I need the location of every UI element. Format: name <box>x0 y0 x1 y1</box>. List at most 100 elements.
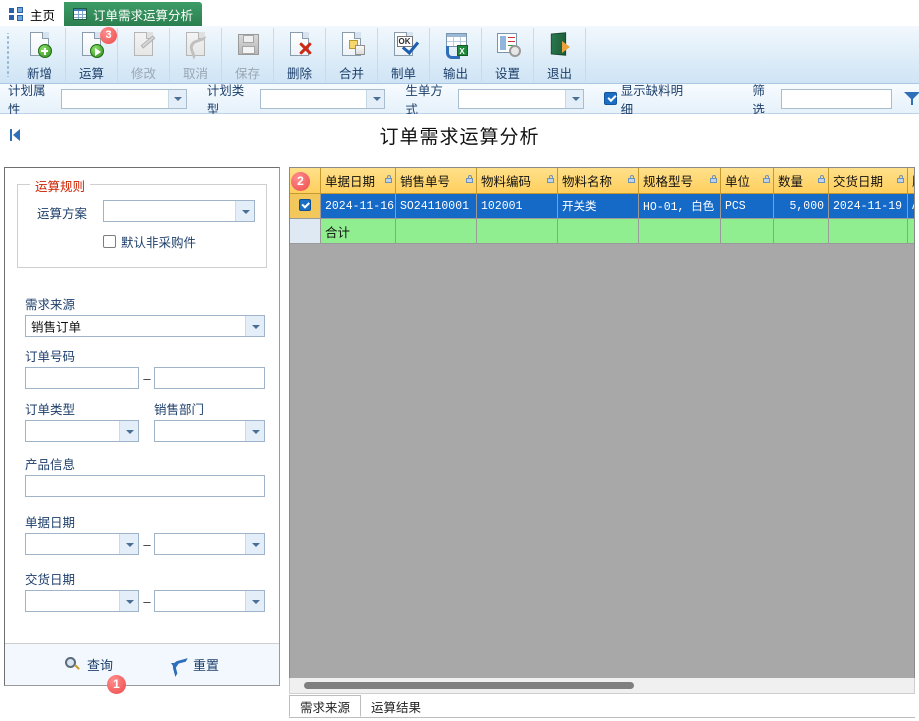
grid-table: 单据日期 销售单号 物料编码 物料名称 规格型号 单位 <box>290 168 915 244</box>
order-number-from-input[interactable] <box>25 367 139 389</box>
tab-order-demand-analysis[interactable]: 订单需求运算分析 <box>64 2 202 26</box>
total-row-label: 合计 <box>321 219 396 244</box>
toolbar-button-save[interactable]: 保存 <box>222 28 274 82</box>
column-header-version-no[interactable]: 版本号 <box>908 168 916 194</box>
toolbar-button-make-document[interactable]: OK 制单 <box>378 28 430 82</box>
reset-button[interactable]: 重置 <box>171 655 219 674</box>
total-row-select-cell <box>290 219 321 244</box>
query-button[interactable]: 查询 <box>65 655 113 674</box>
plan-type-label: 计划类型 <box>207 80 255 118</box>
column-label: 规格型号 <box>643 175 693 189</box>
plan-attribute-select[interactable] <box>61 89 187 109</box>
column-header-delivery-date[interactable]: 交货日期 <box>829 168 908 194</box>
order-number-label: 订单号码 <box>25 346 75 365</box>
column-header-sales-order-no[interactable]: 销售单号 <box>396 168 477 194</box>
bottom-tab-calculation-result-label: 运算结果 <box>371 697 421 716</box>
query-conditions-panel: 运算规则 运算方案 默认非采购件 需求来源 销售订单 订单号码 – <box>4 167 280 686</box>
merge-icon <box>337 31 367 61</box>
toolbar-button-exit[interactable]: 退出 <box>534 28 586 82</box>
toolbar-button-delete[interactable]: 删除 <box>274 28 326 82</box>
column-header-material-name[interactable]: 物料名称 <box>558 168 639 194</box>
grid-horizontal-scrollbar[interactable] <box>289 678 915 694</box>
product-info-input[interactable] <box>25 475 265 497</box>
cell-specification: HO-01, 白色 <box>639 194 721 219</box>
lock-icon <box>385 175 392 183</box>
tab-home[interactable]: 主页 <box>0 2 64 26</box>
toolbar-button-cancel[interactable]: 取消 <box>170 28 222 82</box>
table-row[interactable]: 2024-11-16 SO24110001 102001 开关类 HO-01, … <box>290 194 915 219</box>
column-header-unit[interactable]: 单位 <box>721 168 774 194</box>
column-header-material-code[interactable]: 物料编码 <box>477 168 558 194</box>
toolbar-button-modify-label: 修改 <box>131 63 156 82</box>
toolbar-button-calculate[interactable]: 3 运算 <box>66 28 118 82</box>
document-date-to-picker[interactable] <box>154 533 265 555</box>
search-filter-input[interactable] <box>781 89 891 109</box>
scrollbar-thumb[interactable] <box>304 682 634 689</box>
toolbar-button-modify[interactable]: 修改 <box>118 28 170 82</box>
chevron-down-icon <box>119 591 138 611</box>
application-window: 主页 订单需求运算分析 新增 3 运算 修改 <box>0 0 919 721</box>
calculation-rule-group: 运算规则 运算方案 默认非采购件 <box>17 184 267 268</box>
total-cell <box>477 219 558 244</box>
lock-icon <box>818 175 825 183</box>
plan-type-select[interactable] <box>260 89 386 109</box>
toolbar-button-export[interactable]: X 输出 <box>430 28 482 82</box>
filter-bar: 计划属性 计划类型 生单方式 显示缺料明细 筛选 <box>0 84 919 114</box>
grid-step-badge: 2 <box>291 172 310 191</box>
range-separator: – <box>141 371 153 386</box>
demand-source-label: 需求来源 <box>25 294 75 313</box>
column-label: 单据日期 <box>325 175 375 189</box>
toolbar-button-calculate-label: 运算 <box>79 63 104 82</box>
row-select-checkbox[interactable] <box>290 194 321 219</box>
cell-version-no: AO <box>908 194 916 219</box>
generate-mode-select[interactable] <box>458 89 584 109</box>
query-panel-footer: 查询 重置 <box>5 643 279 685</box>
column-label: 物料名称 <box>562 175 612 189</box>
export-excel-icon: X <box>441 31 471 61</box>
default-non-purchase-checkbox[interactable]: 默认非采购件 <box>103 232 196 251</box>
total-cell <box>721 219 774 244</box>
calculation-scheme-select[interactable] <box>103 200 255 222</box>
order-number-to-input[interactable] <box>154 367 265 389</box>
document-date-from-picker[interactable] <box>25 533 139 555</box>
show-shortage-detail-checkbox[interactable]: 显示缺料明细 <box>604 80 692 118</box>
modules-icon <box>9 7 24 21</box>
chevron-down-icon <box>245 421 264 441</box>
demand-source-select[interactable]: 销售订单 <box>25 315 265 337</box>
undo-reset-icon <box>171 657 187 673</box>
chevron-down-icon <box>245 591 264 611</box>
edit-pencil-icon <box>129 31 159 61</box>
cell-unit: PCS <box>721 194 774 219</box>
checkbox-checked-icon <box>299 199 311 211</box>
column-header-doc-date[interactable]: 单据日期 <box>321 168 396 194</box>
bottom-tab-demand-source[interactable]: 需求来源 <box>289 695 361 717</box>
delivery-date-to-picker[interactable] <box>154 590 265 612</box>
toolbar: 新增 3 运算 修改 取消 保存 <box>0 26 919 84</box>
total-cell <box>829 219 908 244</box>
document-date-label: 单据日期 <box>25 512 75 531</box>
order-type-label: 订单类型 <box>25 399 75 418</box>
demand-source-grid[interactable]: 单据日期 销售单号 物料编码 物料名称 规格型号 单位 <box>289 167 915 686</box>
sales-department-label: 销售部门 <box>154 399 204 418</box>
toolbar-button-merge[interactable]: 合并 <box>326 28 378 82</box>
query-conditions-body: 运算规则 运算方案 默认非采购件 需求来源 销售订单 订单号码 – <box>5 168 279 643</box>
column-label: 交货日期 <box>833 175 883 189</box>
column-header-quantity[interactable]: 数量 <box>774 168 829 194</box>
toolbar-grip[interactable] <box>4 33 14 77</box>
column-label: 单位 <box>725 175 750 189</box>
column-header-specification[interactable]: 规格型号 <box>639 168 721 194</box>
toolbar-button-settings[interactable]: 设置 <box>482 28 534 82</box>
tab-active-label: 订单需求运算分析 <box>93 5 193 24</box>
bottom-tab-calculation-result[interactable]: 运算结果 <box>361 695 431 717</box>
sales-department-select[interactable] <box>154 420 265 442</box>
calculation-scheme-label: 运算方案 <box>37 203 87 222</box>
column-label: 销售单号 <box>400 175 450 189</box>
window-tab-strip: 主页 订单需求运算分析 <box>0 0 919 27</box>
range-separator: – <box>141 594 153 609</box>
calculation-rule-legend: 运算规则 <box>30 176 90 195</box>
funnel-filter-icon[interactable] <box>904 91 919 106</box>
delivery-date-from-picker[interactable] <box>25 590 139 612</box>
order-type-select[interactable] <box>25 420 139 442</box>
toolbar-button-new[interactable]: 新增 <box>14 28 66 82</box>
grid-total-row: 合计 <box>290 219 915 244</box>
